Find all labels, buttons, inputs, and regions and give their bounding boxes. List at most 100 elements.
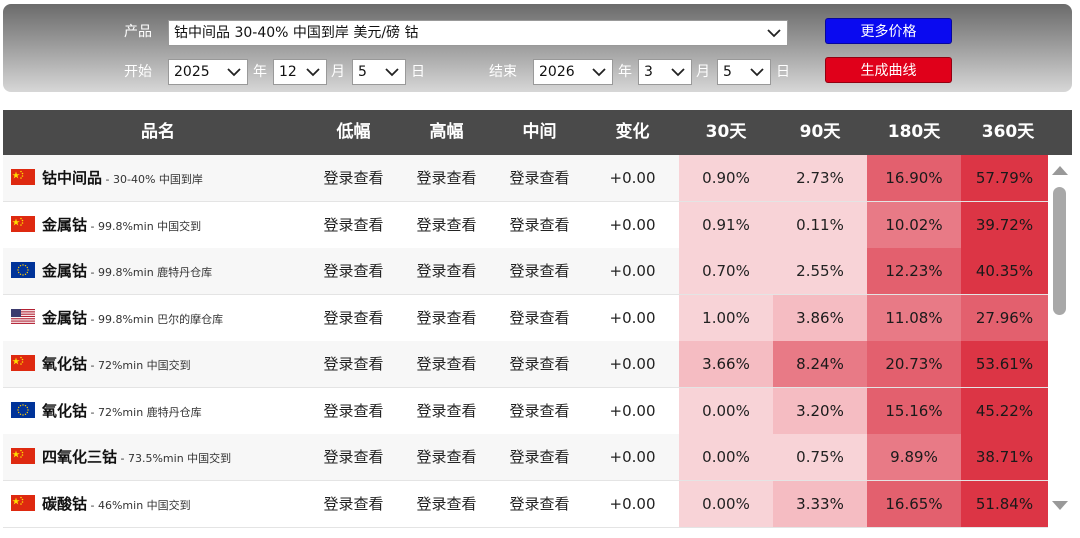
cell-change: +0.00 bbox=[609, 355, 656, 373]
china-flag-icon bbox=[11, 169, 35, 185]
cell-high[interactable]: 登录查看 bbox=[400, 388, 493, 434]
table-header: 品名 低幅 高幅 中间 变化 30天 90天 180天 360天 bbox=[3, 110, 1072, 155]
start-month-value: 12 bbox=[279, 64, 297, 80]
cell-d30: 1.00% bbox=[679, 294, 773, 341]
cell-mid[interactable]: 登录查看 bbox=[493, 481, 586, 527]
cell-mid[interactable]: 登录查看 bbox=[493, 248, 586, 294]
chevron-down-icon bbox=[385, 68, 399, 77]
triangle-down-icon[interactable] bbox=[1051, 500, 1069, 512]
end-year-unit: 年 bbox=[618, 64, 632, 80]
cell-change: +0.00 bbox=[609, 494, 656, 513]
cell-high[interactable]: 登录查看 bbox=[400, 248, 493, 294]
cell-mid[interactable]: 登录查看 bbox=[493, 202, 586, 248]
more-prices-button[interactable]: 更多价格 bbox=[825, 18, 952, 44]
cell-d30: 0.90% bbox=[679, 155, 773, 201]
cell-change: +0.00 bbox=[609, 308, 656, 327]
header-360d: 360天 bbox=[981, 122, 1035, 142]
start-year-select[interactable]: 2025 bbox=[168, 59, 248, 85]
product-name: 氧化钴 - 72%min 鹿特丹仓库 bbox=[42, 401, 202, 420]
end-year-select[interactable]: 2026 bbox=[533, 59, 613, 85]
chevron-down-icon bbox=[767, 29, 781, 38]
cell-low[interactable]: 登录查看 bbox=[307, 481, 400, 527]
cell-d90: 3.20% bbox=[773, 387, 867, 434]
table-row[interactable]: 氧化钴 - 72%min 鹿特丹仓库 登录查看 登录查看 登录查看 +0.00 0.00%… bbox=[3, 387, 1048, 435]
cell-d180: 12.23% bbox=[867, 248, 961, 294]
cell-low[interactable]: 登录查看 bbox=[307, 155, 400, 201]
end-label: 结束 bbox=[489, 64, 517, 80]
product-name: 钴中间品 - 30-40% 中国到岸 bbox=[42, 169, 203, 187]
cell-mid[interactable]: 登录查看 bbox=[493, 155, 586, 201]
start-day-select[interactable]: 5 bbox=[352, 59, 406, 85]
cell-high[interactable]: 登录查看 bbox=[400, 202, 493, 248]
cell-mid[interactable]: 登录查看 bbox=[493, 341, 586, 387]
chevron-down-icon bbox=[750, 68, 764, 77]
triangle-up-icon[interactable] bbox=[1051, 164, 1069, 176]
cell-d180: 9.89% bbox=[867, 434, 961, 480]
product-spec: - 72%min 中国交到 bbox=[87, 359, 191, 372]
cell-low[interactable]: 登录查看 bbox=[307, 434, 400, 480]
cell-d180: 10.02% bbox=[867, 201, 961, 248]
cell-high[interactable]: 登录查看 bbox=[400, 481, 493, 527]
cell-low[interactable]: 登录查看 bbox=[307, 341, 400, 387]
cell-d360: 38.71% bbox=[961, 434, 1048, 480]
china-flag-icon bbox=[11, 448, 35, 464]
table-row[interactable]: 碳酸钴 - 46%min 中国交到 登录查看 登录查看 登录查看 +0.00 0.00% 3… bbox=[3, 480, 1048, 528]
product-spec: - 73.5%min 中国交到 bbox=[117, 452, 232, 465]
cell-low[interactable]: 登录查看 bbox=[307, 388, 400, 434]
cell-change: +0.00 bbox=[609, 262, 656, 280]
table-row[interactable]: 金属钴 - 99.8%min 中国交到 登录查看 登录查看 登录查看 +0.00 0.91… bbox=[3, 201, 1048, 249]
eu-flag-icon bbox=[11, 401, 35, 418]
chevron-down-icon bbox=[671, 68, 685, 77]
cell-low[interactable]: 登录查看 bbox=[307, 248, 400, 294]
header-30d: 30天 bbox=[705, 122, 747, 142]
cell-high[interactable]: 登录查看 bbox=[400, 295, 493, 341]
end-day-select[interactable]: 5 bbox=[717, 59, 771, 85]
cell-d180: 15.16% bbox=[867, 387, 961, 434]
product-name: 碳酸钴 - 46%min 中国交到 bbox=[42, 494, 191, 513]
china-flag-icon bbox=[11, 355, 35, 371]
table-row[interactable]: 金属钴 - 99.8%min 鹿特丹仓库 登录查看 登录查看 登录查看 +0.00 0.7… bbox=[3, 248, 1048, 295]
end-day-unit: 日 bbox=[776, 64, 790, 80]
chevron-down-icon bbox=[306, 68, 320, 77]
cell-d30: 0.70% bbox=[679, 248, 773, 294]
table-row[interactable]: 四氧化三钴 - 73.5%min 中国交到 登录查看 登录查看 登录查看 +0.00 0.… bbox=[3, 434, 1048, 481]
start-month-unit: 月 bbox=[331, 64, 345, 80]
table-scrollbar[interactable] bbox=[1048, 155, 1072, 521]
china-flag-icon bbox=[11, 215, 35, 232]
product-spec: - 99.8%min 巴尔的摩仓库 bbox=[87, 312, 224, 326]
cell-mid[interactable]: 登录查看 bbox=[493, 388, 586, 434]
cell-d90: 3.86% bbox=[773, 294, 867, 341]
cell-d30: 0.91% bbox=[679, 201, 773, 248]
cell-high[interactable]: 登录查看 bbox=[400, 434, 493, 480]
table-row[interactable]: 氧化钴 - 72%min 中国交到 登录查看 登录查看 登录查看 +0.00 3.66% 8… bbox=[3, 341, 1048, 388]
start-day-unit: 日 bbox=[411, 64, 425, 80]
cell-low[interactable]: 登录查看 bbox=[307, 202, 400, 248]
table-row[interactable]: 钴中间品 - 30-40% 中国到岸 登录查看 登录查看 登录查看 +0.00 0.90%… bbox=[3, 155, 1048, 202]
cell-change: +0.00 bbox=[609, 448, 656, 466]
product-name: 金属钴 - 99.8%min 中国交到 bbox=[42, 215, 202, 234]
cell-mid[interactable]: 登录查看 bbox=[493, 434, 586, 480]
cell-mid[interactable]: 登录查看 bbox=[493, 295, 586, 341]
end-month-select[interactable]: 3 bbox=[638, 59, 692, 85]
cell-d360: 27.96% bbox=[961, 294, 1048, 341]
header-low: 低幅 bbox=[336, 122, 371, 142]
cell-d360: 45.22% bbox=[961, 387, 1048, 434]
product-name: 氧化钴 - 72%min 中国交到 bbox=[42, 355, 191, 373]
cell-low[interactable]: 登录查看 bbox=[307, 295, 400, 341]
cell-d90: 3.33% bbox=[773, 480, 867, 527]
product-spec: - 46%min 中国交到 bbox=[87, 498, 191, 512]
end-month-value: 3 bbox=[644, 64, 653, 80]
cell-d180: 16.90% bbox=[867, 155, 961, 201]
china-flag-icon bbox=[11, 494, 35, 511]
generate-curve-button[interactable]: 生成曲线 bbox=[825, 57, 952, 83]
product-select[interactable]: 钴中间品 30-40% 中国到岸 美元/磅 钴 bbox=[168, 20, 788, 46]
cell-high[interactable]: 登录查看 bbox=[400, 341, 493, 387]
table-row[interactable]: 金属钴 - 99.8%min 巴尔的摩仓库 登录查看 登录查看 登录查看 +0.00 1.… bbox=[3, 294, 1048, 342]
cell-d360: 39.72% bbox=[961, 201, 1048, 248]
start-year-unit: 年 bbox=[253, 64, 267, 80]
header-high: 高幅 bbox=[429, 122, 464, 142]
cell-d90: 2.73% bbox=[773, 155, 867, 201]
scrollbar-thumb[interactable] bbox=[1053, 187, 1066, 315]
start-month-select[interactable]: 12 bbox=[273, 59, 327, 85]
cell-high[interactable]: 登录查看 bbox=[400, 155, 493, 201]
